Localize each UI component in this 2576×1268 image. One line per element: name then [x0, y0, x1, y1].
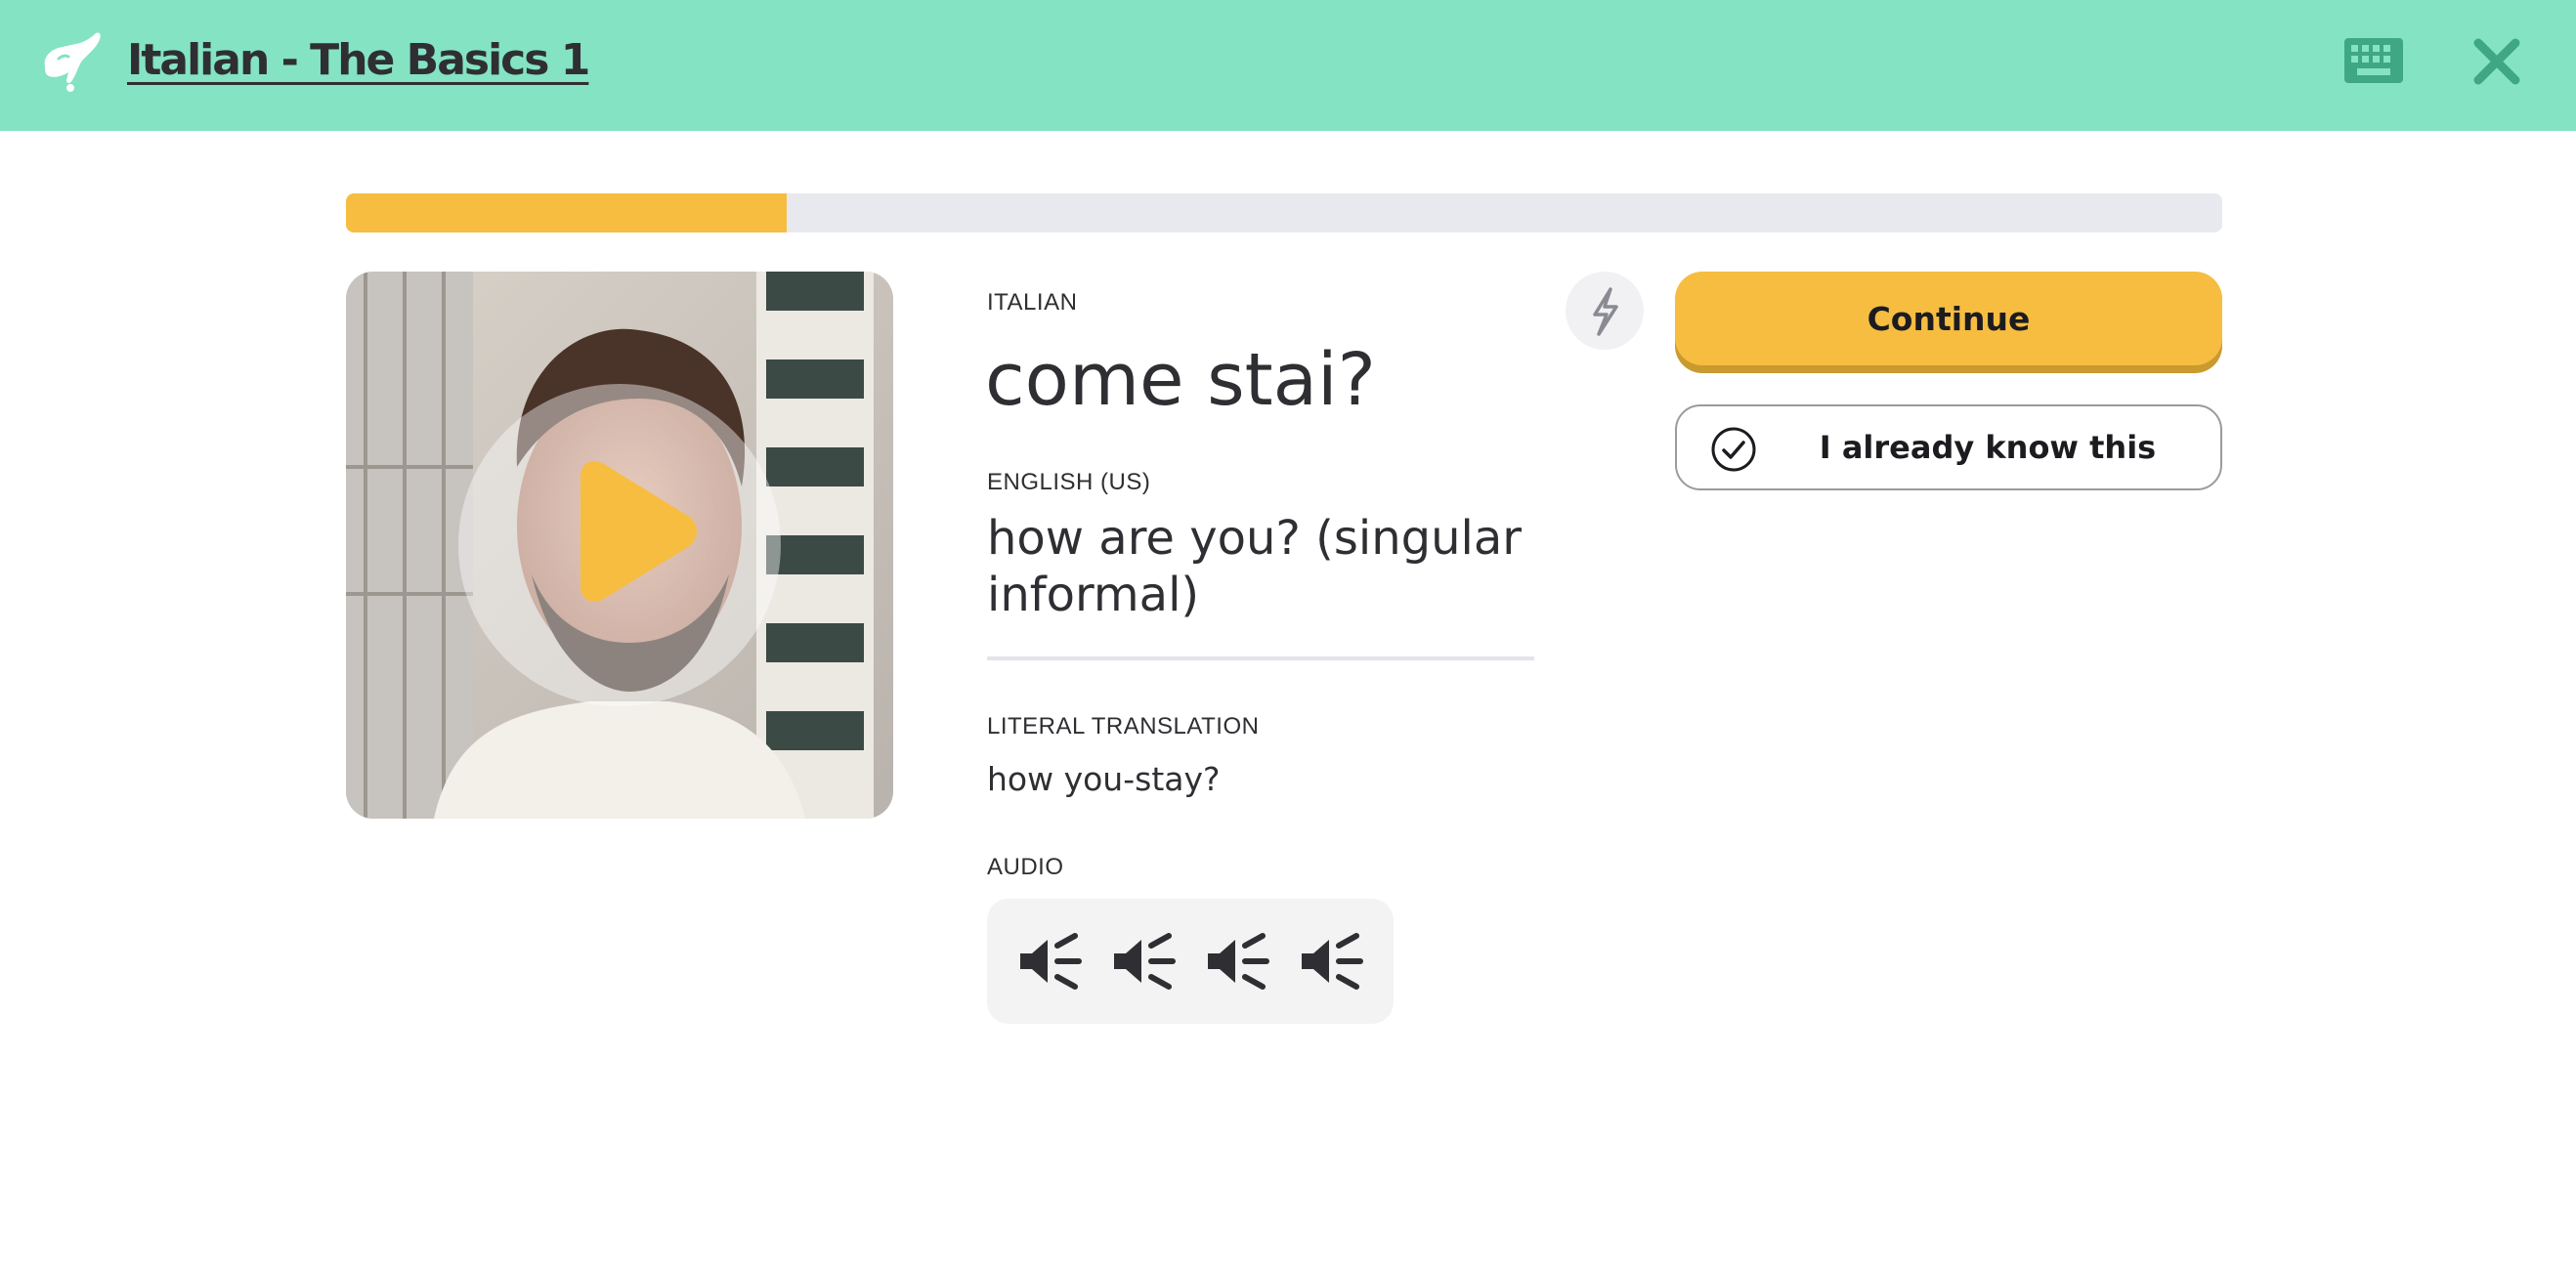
divider	[987, 656, 1534, 660]
difficulty-button[interactable]	[1566, 272, 1644, 350]
lesson-progress-bar	[346, 193, 2222, 232]
source-language-label: ITALIAN	[987, 289, 1078, 316]
speaker-icon[interactable]	[1014, 932, 1083, 991]
video-player[interactable]	[346, 272, 893, 819]
lesson-progress-fill	[346, 193, 788, 232]
literal-translation-text: how you-stay?	[987, 760, 1221, 798]
close-icon[interactable]	[2472, 37, 2521, 86]
audio-panel	[987, 899, 1394, 1024]
video-thumbnail	[346, 272, 893, 819]
target-phrase: how are you? (singular informal)	[987, 511, 1522, 622]
source-phrase: come stai?	[985, 338, 1376, 422]
speaker-icon[interactable]	[1202, 932, 1270, 991]
literal-translation-label: LITERAL TRANSLATION	[987, 713, 1260, 740]
hand-icon[interactable]	[37, 27, 106, 96]
audio-label: AUDIO	[987, 854, 1064, 880]
continue-button[interactable]: Continue	[1675, 272, 2222, 365]
speaker-icon[interactable]	[1296, 932, 1364, 991]
course-title-link[interactable]: Italian - The Basics 1	[127, 29, 590, 92]
speaker-icon[interactable]	[1108, 932, 1177, 991]
already-know-label: I already know this	[1819, 429, 2157, 466]
check-circle-icon	[1711, 427, 1756, 472]
top-bar: Italian - The Basics 1	[0, 0, 2576, 131]
target-language-label: ENGLISH (US)	[987, 469, 1151, 495]
already-know-button[interactable]: I already know this	[1675, 404, 2222, 490]
lightning-icon	[1593, 287, 1618, 336]
keyboard-icon[interactable]	[2343, 37, 2404, 84]
